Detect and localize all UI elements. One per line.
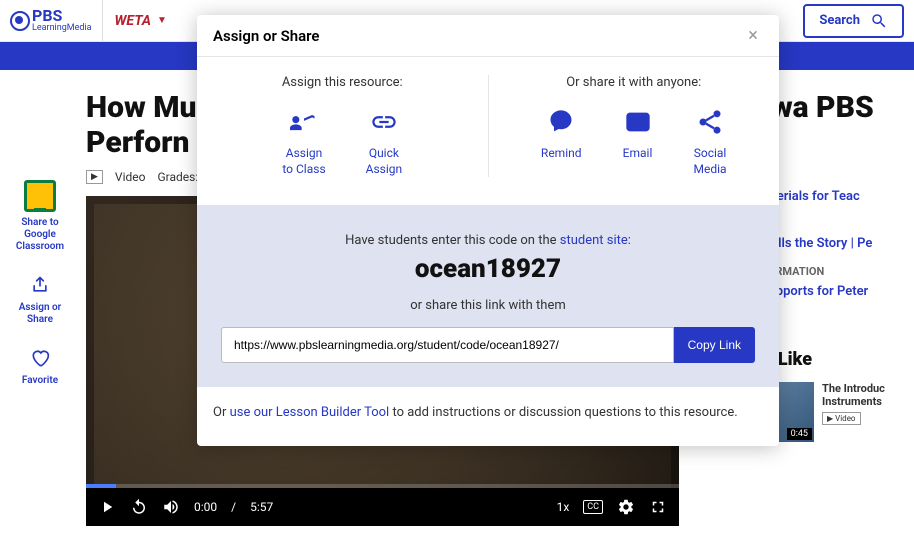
pbs-circle-icon bbox=[10, 11, 30, 31]
related-title: The Introduc bbox=[822, 382, 885, 395]
link-icon bbox=[368, 106, 400, 138]
assign-share-modal: Assign or Share × Assign this resource: … bbox=[197, 15, 779, 446]
code-instruction: Have students enter this code on the stu… bbox=[221, 233, 755, 248]
search-button[interactable]: Search bbox=[803, 4, 904, 38]
related-type-badge: ▶ Video bbox=[822, 412, 861, 425]
fullscreen-icon[interactable] bbox=[649, 498, 667, 516]
share-nodes-icon bbox=[694, 106, 726, 138]
heart-icon bbox=[28, 346, 52, 370]
duration: 5:57 bbox=[250, 500, 273, 514]
media-type-badge: ▶ bbox=[86, 170, 103, 184]
google-classroom-icon bbox=[24, 180, 56, 212]
code-panel: Have students enter this code on the stu… bbox=[197, 205, 779, 387]
cc-button[interactable]: CC bbox=[583, 500, 603, 514]
assign-share-button[interactable]: Assign or Share bbox=[10, 273, 70, 326]
related-duration: 0:45 bbox=[787, 428, 812, 440]
assign-column-header: Assign this resource: bbox=[197, 75, 488, 90]
video-controls: 0:00 / 5:57 1x CC bbox=[86, 488, 679, 526]
modal-title: Assign or Share bbox=[213, 27, 320, 45]
share-column-header: Or share it with anyone: bbox=[489, 75, 780, 90]
remind-option[interactable]: Remind bbox=[541, 106, 582, 177]
media-type-label: Video bbox=[115, 170, 146, 184]
assign-to-class-option[interactable]: Assign to Class bbox=[282, 106, 325, 177]
quick-assign-option[interactable]: Quick Assign bbox=[366, 106, 403, 177]
modal-footer: Or use our Lesson Builder Tool to add in… bbox=[197, 387, 779, 446]
chevron-down-icon: ▼ bbox=[157, 15, 167, 26]
search-icon bbox=[870, 12, 888, 30]
current-time: 0:00 bbox=[194, 500, 217, 514]
remind-icon bbox=[545, 106, 577, 138]
teacher-icon bbox=[288, 106, 320, 138]
access-code: ocean18927 bbox=[221, 254, 755, 284]
student-site-link[interactable]: student site bbox=[560, 233, 628, 248]
rewind-icon[interactable] bbox=[130, 498, 148, 516]
share-classroom-button[interactable]: Share to Google Classroom bbox=[10, 180, 70, 253]
search-label: Search bbox=[819, 13, 860, 28]
share-instruction: or share this link with them bbox=[221, 298, 755, 313]
logo-text-main: PBS bbox=[32, 8, 92, 24]
email-option[interactable]: Email bbox=[622, 106, 654, 177]
station-name: WETA bbox=[115, 13, 151, 29]
settings-icon[interactable] bbox=[617, 498, 635, 516]
favorite-button[interactable]: Favorite bbox=[22, 346, 58, 387]
station-selector[interactable]: WETA ▼ bbox=[115, 13, 167, 29]
social-media-option[interactable]: Social Media bbox=[694, 106, 727, 177]
lesson-builder-link[interactable]: use our Lesson Builder Tool bbox=[230, 405, 390, 420]
close-button[interactable]: × bbox=[743, 25, 763, 46]
play-icon[interactable] bbox=[98, 498, 116, 516]
share-icon bbox=[28, 273, 52, 297]
logo-text-sub: LearningMedia bbox=[32, 24, 92, 33]
volume-icon[interactable] bbox=[162, 498, 180, 516]
pbs-logo[interactable]: PBS LearningMedia bbox=[10, 0, 103, 41]
share-url-input[interactable] bbox=[221, 327, 674, 363]
action-sidebar: Share to Google Classroom Assign or Shar… bbox=[10, 90, 70, 526]
copy-link-button[interactable]: Copy Link bbox=[674, 327, 755, 363]
email-icon bbox=[622, 106, 654, 138]
related-sub: Instruments bbox=[822, 395, 885, 408]
playback-speed[interactable]: 1x bbox=[557, 500, 570, 514]
